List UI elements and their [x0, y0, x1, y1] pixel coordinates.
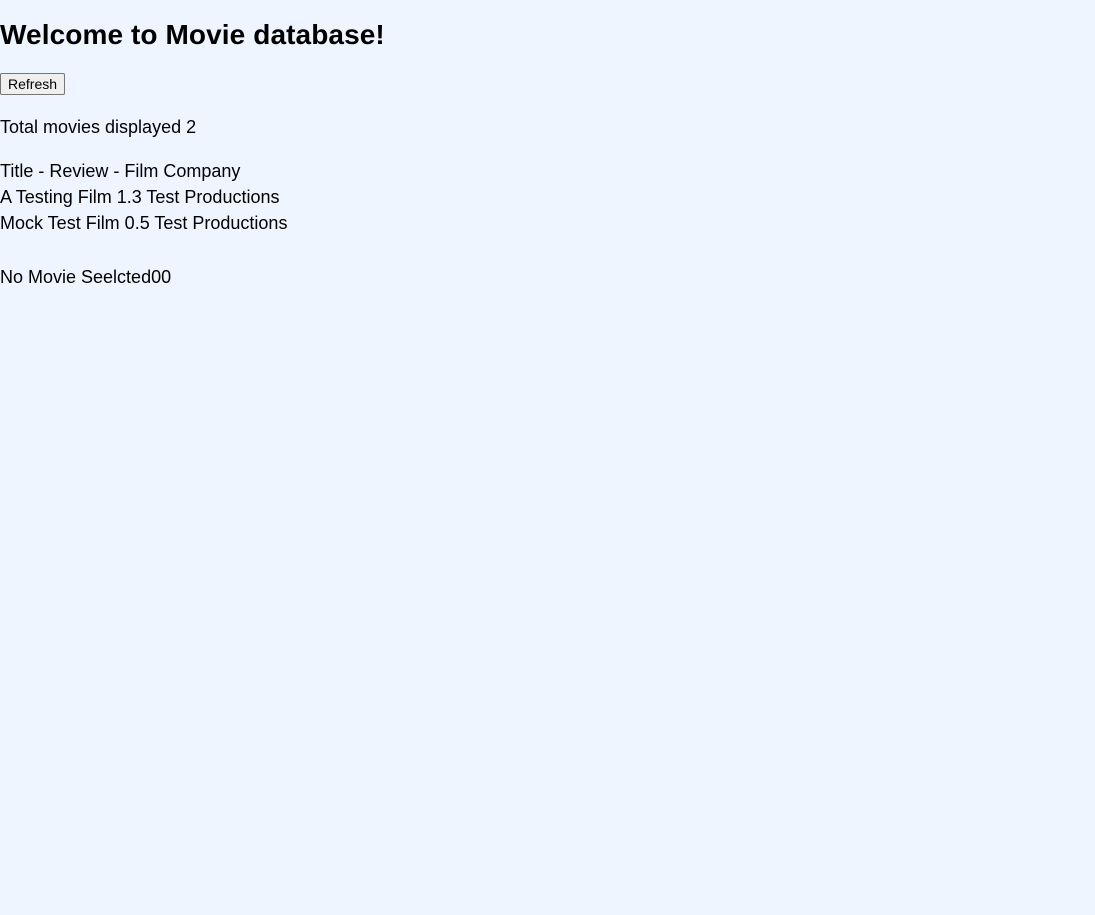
refresh-button[interactable]: Refresh	[0, 73, 66, 95]
total-movies-text: Total movies displayed 2	[0, 117, 197, 137]
movie-row[interactable]: Mock Test Film 0.5 Test Productions	[0, 210, 287, 236]
movie-database-page: Welcome to Movie database! Refresh Total…	[0, 0, 1095, 915]
page-title: Welcome to Movie database!	[0, 19, 385, 50]
movie-row[interactable]: A Testing Film 1.3 Test Productions	[0, 184, 287, 210]
selected-movie-status: No Movie Seelcted00	[0, 267, 172, 287]
movie-list: Title - Review - Film Company A Testing …	[0, 158, 287, 236]
movie-list-header: Title - Review - Film Company	[0, 161, 241, 181]
